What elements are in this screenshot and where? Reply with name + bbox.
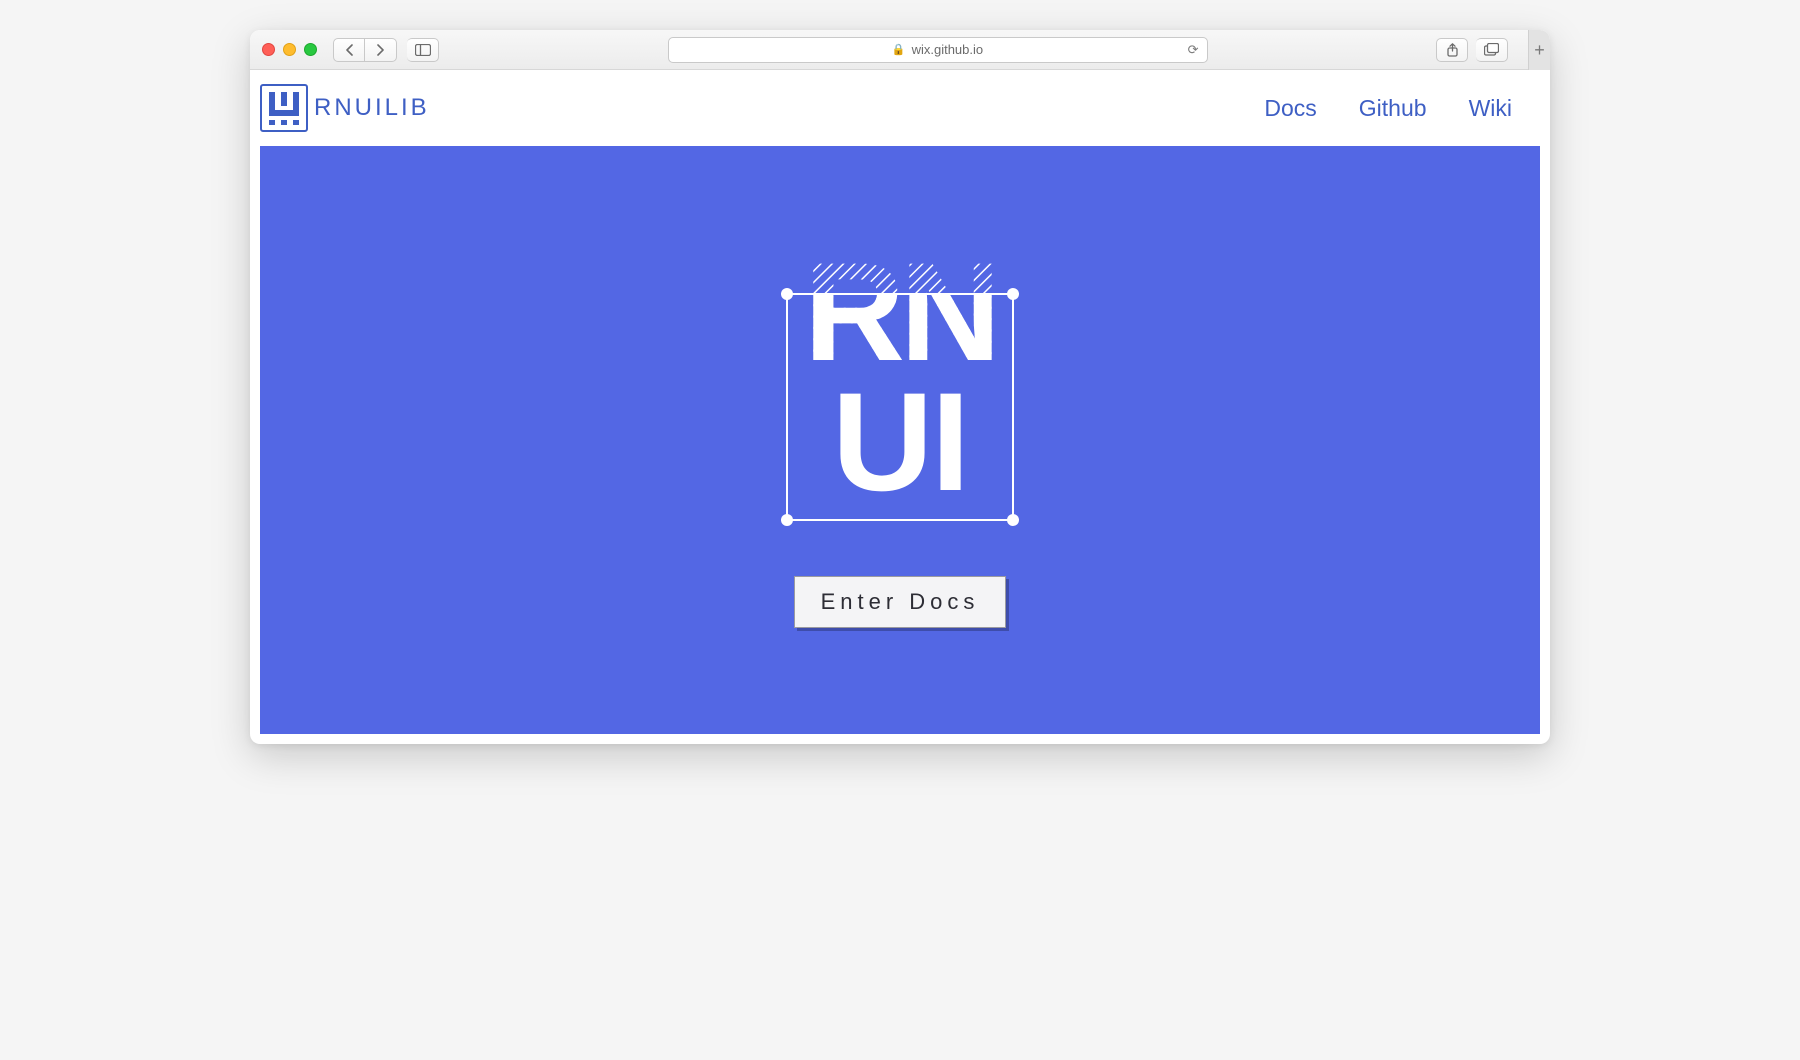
hero-logo-graphic: RN RN UI	[775, 252, 1025, 542]
browser-window: 🔒 wix.github.io ⟳ +	[250, 30, 1550, 744]
toolbar-right	[1436, 38, 1508, 62]
hero-section: RN RN UI Enter Docs	[260, 146, 1540, 734]
page-content: RNUILIB Docs Github Wiki	[250, 70, 1550, 734]
nav-github[interactable]: Github	[1359, 95, 1427, 122]
forward-button[interactable]	[365, 38, 397, 62]
nav-buttons	[333, 38, 397, 62]
site-header: RNUILIB Docs Github Wiki	[250, 70, 1550, 146]
brand-text: RNUILIB	[314, 94, 430, 122]
back-button[interactable]	[333, 38, 365, 62]
reload-button[interactable]: ⟳	[1188, 42, 1199, 58]
lock-icon: 🔒	[892, 43, 906, 56]
share-button[interactable]	[1436, 38, 1468, 62]
close-window-button[interactable]	[262, 43, 275, 56]
new-tab-button[interactable]: +	[1528, 30, 1550, 70]
traffic-lights	[262, 43, 317, 56]
brand[interactable]: RNUILIB	[260, 84, 430, 132]
main-nav: Docs Github Wiki	[1264, 95, 1512, 122]
nav-docs[interactable]: Docs	[1264, 95, 1316, 122]
address-bar[interactable]: 🔒 wix.github.io ⟳	[668, 37, 1208, 63]
sidebar-toggle-button[interactable]	[407, 38, 439, 62]
nav-wiki[interactable]: Wiki	[1469, 95, 1512, 122]
maximize-window-button[interactable]	[304, 43, 317, 56]
svg-text:UI: UI	[832, 363, 968, 520]
browser-titlebar: 🔒 wix.github.io ⟳ +	[250, 30, 1550, 70]
sidebar-toggle-group	[407, 38, 439, 62]
enter-docs-button[interactable]: Enter Docs	[794, 576, 1007, 628]
brand-logo-icon	[260, 84, 308, 132]
tabs-overview-button[interactable]	[1476, 38, 1508, 62]
minimize-window-button[interactable]	[283, 43, 296, 56]
url-text: wix.github.io	[912, 42, 984, 57]
